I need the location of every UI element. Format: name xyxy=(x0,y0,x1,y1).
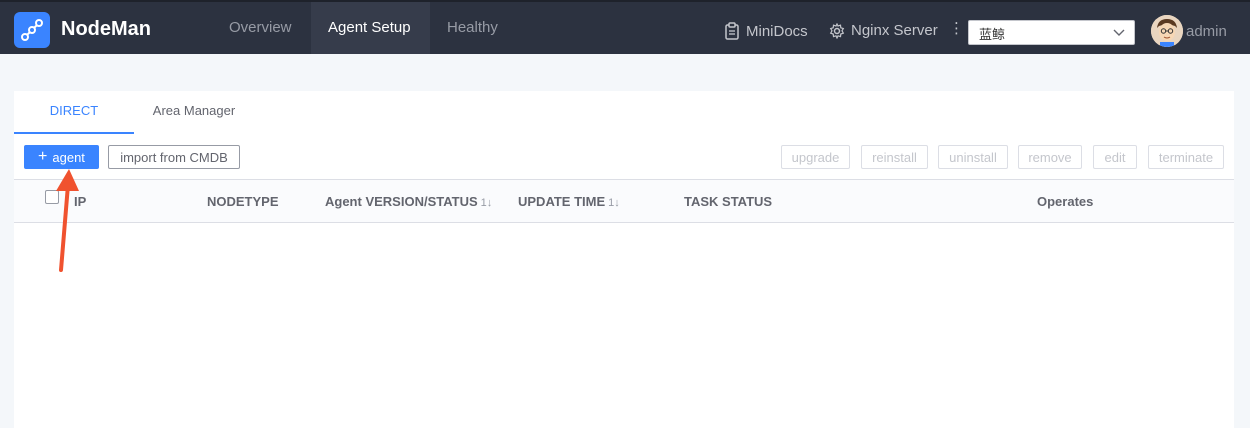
clipboard-icon xyxy=(725,22,739,40)
add-agent-label: agent xyxy=(52,149,85,165)
username[interactable]: admin xyxy=(1186,23,1227,40)
more-icon[interactable]: ⋮ xyxy=(949,21,964,36)
column-nodetype: NODETYPE xyxy=(207,194,279,209)
server-link[interactable]: Nginx Server xyxy=(829,22,938,39)
nav-overview[interactable]: Overview xyxy=(212,2,309,54)
column-update-time-label: UPDATE TIME xyxy=(518,194,606,209)
upgrade-button[interactable]: upgrade xyxy=(781,145,850,169)
uninstall-button[interactable]: uninstall xyxy=(938,145,1008,169)
plus-icon: + xyxy=(38,148,48,165)
nodeman-logo-icon[interactable] xyxy=(14,12,50,48)
import-cmdb-button[interactable]: import from CMDB xyxy=(108,145,240,169)
column-update-time[interactable]: UPDATE TIME 1↓ xyxy=(518,194,620,209)
annotation-arrow-icon xyxy=(56,169,79,272)
user-avatar[interactable] xyxy=(1151,15,1183,47)
tab-direct[interactable]: DIRECT xyxy=(14,91,134,134)
nav-agent-setup[interactable]: Agent Setup xyxy=(311,2,430,54)
sort-icon[interactable]: 1↓ xyxy=(608,197,620,209)
column-operates: Operates xyxy=(1037,194,1094,209)
column-agent-version-label: Agent VERSION/STATUS xyxy=(325,194,478,209)
business-select-value: 蓝鲸 xyxy=(979,27,1006,42)
column-task-status: TASK STATUS xyxy=(684,194,773,209)
server-label: Nginx Server xyxy=(851,22,938,39)
minidocs-link[interactable]: MiniDocs xyxy=(724,22,808,40)
remove-button[interactable]: remove xyxy=(1018,145,1082,169)
add-agent-button[interactable]: + agent xyxy=(24,145,99,169)
nav-healthy[interactable]: Healthy xyxy=(430,2,515,54)
main-panel: DIRECT Area Manager + agent import from … xyxy=(14,91,1234,428)
app-title: NodeMan xyxy=(61,18,151,40)
table-header: IP NODETYPE Agent VERSION/STATUS 1↓ UPDAT… xyxy=(14,179,1234,223)
sort-icon[interactable]: 1↓ xyxy=(481,197,493,209)
minidocs-label: MiniDocs xyxy=(746,22,808,40)
reinstall-button[interactable]: reinstall xyxy=(861,145,928,169)
chevron-down-icon xyxy=(1113,29,1125,36)
edit-button[interactable]: edit xyxy=(1093,145,1137,169)
terminate-button[interactable]: terminate xyxy=(1148,145,1224,169)
top-navbar: NodeMan Overview Agent Setup Healthy Min… xyxy=(0,0,1250,54)
gear-icon xyxy=(829,22,845,39)
tab-area-manager[interactable]: Area Manager xyxy=(144,91,244,134)
business-select[interactable]: 蓝鲸 xyxy=(968,20,1135,45)
column-agent-version[interactable]: Agent VERSION/STATUS 1↓ xyxy=(325,194,492,209)
